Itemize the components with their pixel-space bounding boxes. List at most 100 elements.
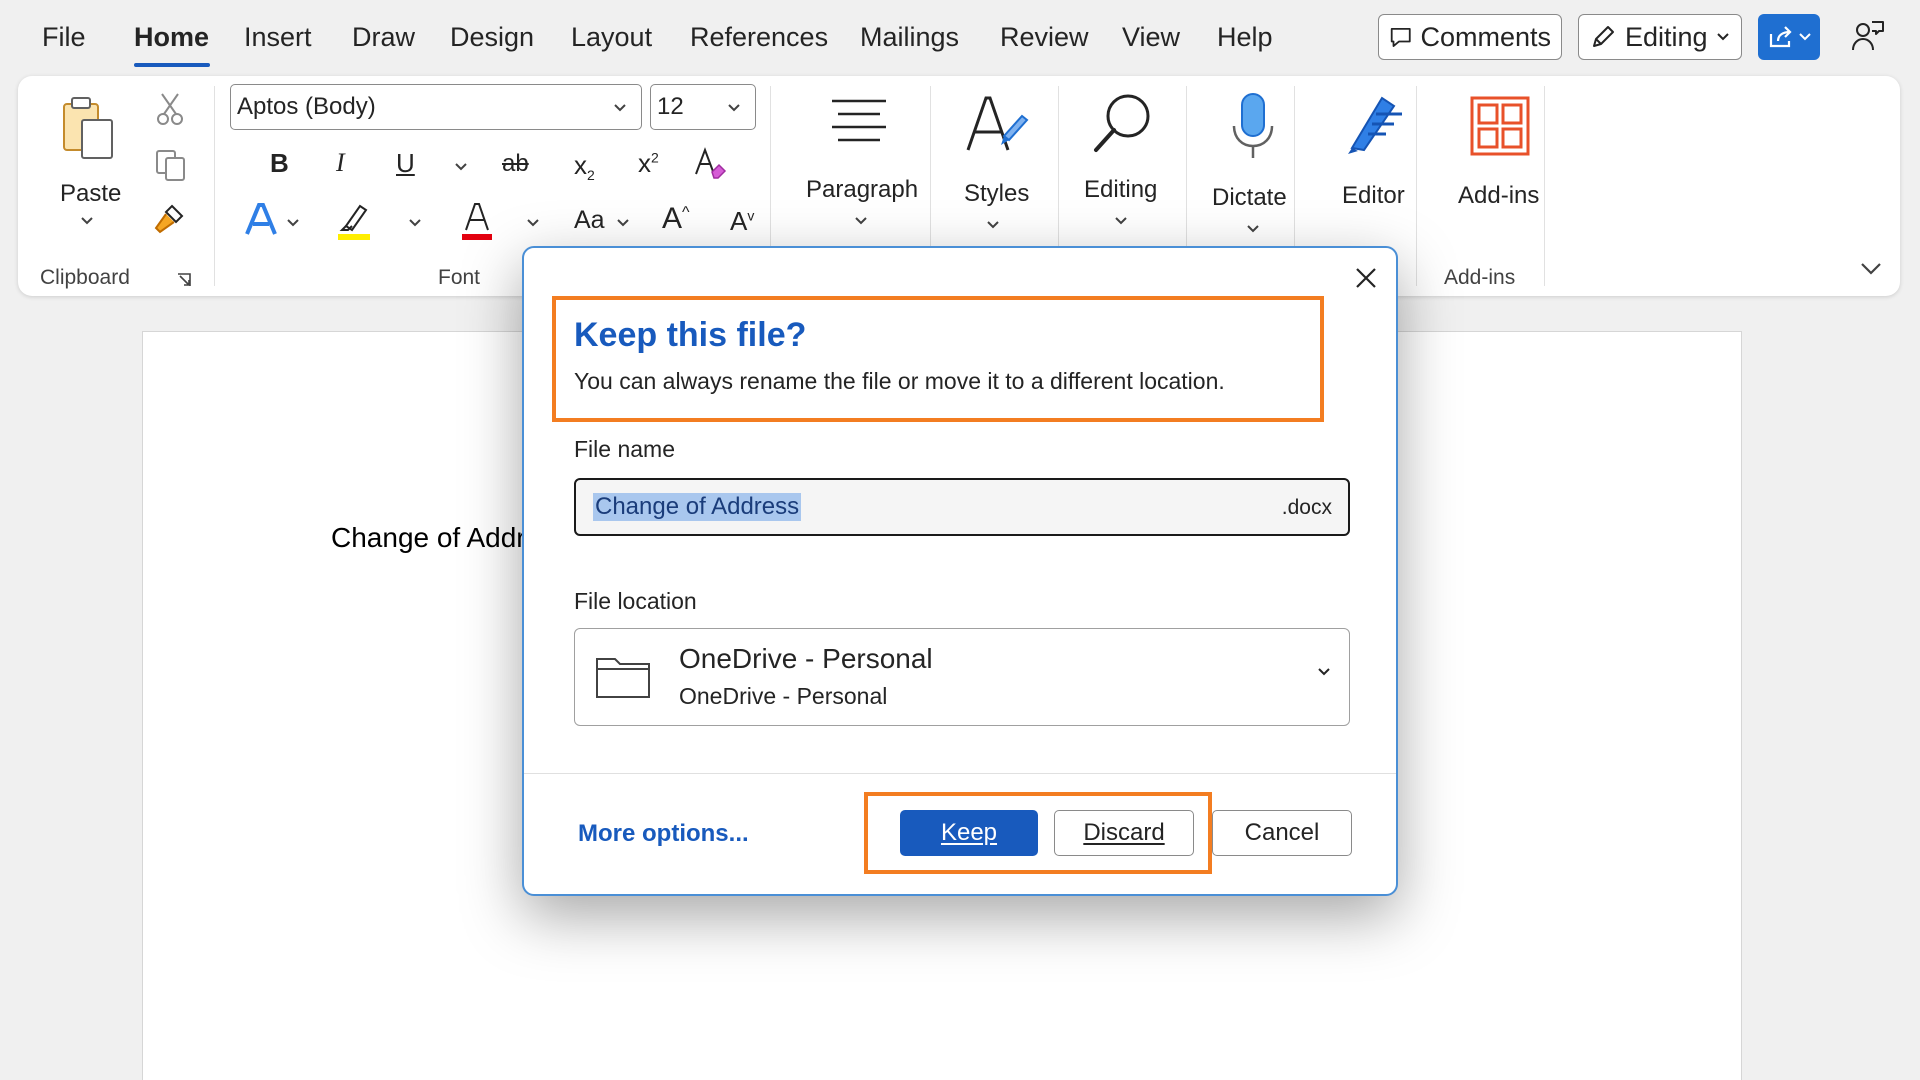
copy-icon[interactable] [154,148,188,182]
clear-formatting-icon[interactable] [692,146,728,182]
ribbon-separator [214,86,215,286]
bold-button[interactable]: B [270,148,289,179]
chevron-down-icon[interactable] [454,162,468,172]
editor-button[interactable]: Editor [1318,90,1428,270]
font-color-icon[interactable] [460,200,494,242]
menu-design[interactable]: Design [450,22,534,53]
italic-button[interactable]: I [336,148,345,178]
menu-references[interactable]: References [690,22,828,53]
menu-draw[interactable]: Draw [352,22,415,53]
cancel-button[interactable]: Cancel [1212,810,1352,856]
file-location-select[interactable]: OneDrive - Personal OneDrive - Personal [574,628,1350,726]
more-options-link[interactable]: More options... [578,820,749,848]
strikethrough-button[interactable]: ab [502,150,529,178]
grow-font-button[interactable]: A^ [662,202,690,236]
shrink-font-label: A [730,206,748,236]
comments-label: Comments [1420,21,1551,52]
active-tab-indicator [134,63,210,67]
underline-button[interactable]: U [396,148,415,179]
chevron-down-icon [855,217,867,225]
paragraph-label: Paragraph [806,176,919,203]
text-effects-icon[interactable] [244,202,278,238]
paragraph-icon [832,99,886,142]
menu-insert[interactable]: Insert [244,22,312,53]
dialog-subtitle: You can always rename the file or move i… [574,368,1225,394]
add-ins-icon [1470,96,1530,156]
add-ins-group-label: Add-ins [1444,266,1516,289]
editing-group-label: Editing [1084,176,1158,203]
ribbon-expand-chevron-icon[interactable] [1860,262,1882,276]
menu-file[interactable]: File [42,22,86,53]
font-size-select[interactable]: 12 [650,84,756,130]
editing-mode-button[interactable]: Editing [1578,14,1742,60]
font-name-value: Aptos (Body) [237,93,376,120]
editing-mode-label: Editing [1625,21,1708,52]
styles-label: Styles [964,180,1030,207]
microphone-icon [1232,93,1274,158]
paste-icon [63,97,113,159]
chevron-down-icon [1716,33,1729,41]
file-name-label: File name [574,436,675,462]
dictate-label: Dictate [1212,184,1287,211]
subscript-button[interactable]: x2 [574,150,595,183]
menu-bar: File Home Insert Draw Design Layout Refe… [0,0,1920,74]
presenter-icon[interactable] [1850,18,1886,59]
highlight-icon[interactable] [336,200,372,242]
comments-button[interactable]: Comments [1378,14,1562,60]
chevron-down-icon [987,221,999,229]
close-dialog-button[interactable] [1354,260,1378,299]
superscript-label: x [638,148,651,178]
change-case-button[interactable]: Aa [574,206,605,235]
ribbon-separator [1416,86,1417,286]
dialog-title: Keep this file? [574,316,807,354]
discard-button[interactable]: Discard [1054,810,1194,856]
chevron-down-icon [1115,217,1127,225]
share-button[interactable] [1758,14,1820,60]
keep-file-dialog: Keep this file? You can always rename th… [522,246,1398,896]
clipboard-group-label: Clipboard [40,266,130,289]
chevron-down-icon [1799,33,1811,41]
close-icon [1356,268,1376,288]
chevron-down-icon[interactable] [80,216,94,226]
comment-icon [1390,27,1411,47]
format-painter-icon[interactable] [152,202,188,236]
paste-label: Paste [60,180,122,207]
menu-home[interactable]: Home [134,22,209,53]
chevron-down-icon[interactable] [408,218,422,228]
chevron-down-icon[interactable] [286,218,300,228]
file-name-input[interactable]: Change of Address .docx [574,478,1350,536]
discard-label: Discard [1083,819,1165,846]
dictate-button[interactable]: Dictate [1194,90,1314,270]
dialog-launcher-icon[interactable] [176,272,192,288]
menu-view[interactable]: View [1122,22,1180,53]
location-main-text: OneDrive - Personal [679,643,933,674]
share-icon [1769,26,1792,48]
editor-icon [1348,96,1402,154]
menu-mailings[interactable]: Mailings [860,22,959,53]
menu-review[interactable]: Review [1000,22,1089,53]
location-sub-text: OneDrive - Personal [679,683,888,709]
shrink-font-button[interactable]: Av [730,206,754,237]
menu-help[interactable]: Help [1217,22,1273,53]
chevron-down-icon[interactable] [616,218,630,228]
add-ins-button[interactable]: Add-ins [1430,90,1550,270]
menu-layout[interactable]: Layout [571,22,652,53]
cut-icon[interactable] [156,92,184,126]
change-case-label: Aa [574,206,605,234]
font-name-select[interactable]: Aptos (Body) [230,84,642,130]
superscript-button[interactable]: x2 [638,148,659,179]
file-location-label: File location [574,588,697,614]
paste-button[interactable] [58,94,118,169]
styles-button[interactable]: Styles [938,90,1048,270]
ribbon-separator [1544,86,1545,286]
chevron-down-icon [1318,668,1330,676]
grow-font-label: A [662,202,683,235]
keep-button[interactable]: Keep [900,810,1038,856]
font-size-value: 12 [657,93,684,120]
paragraph-button[interactable]: Paragraph [798,90,922,270]
styles-icon [966,96,1029,151]
font-group-label: Font [438,266,481,289]
editing-group-button[interactable]: Editing [1068,90,1178,270]
chevron-down-icon[interactable] [526,218,540,228]
add-ins-label: Add-ins [1458,182,1540,209]
